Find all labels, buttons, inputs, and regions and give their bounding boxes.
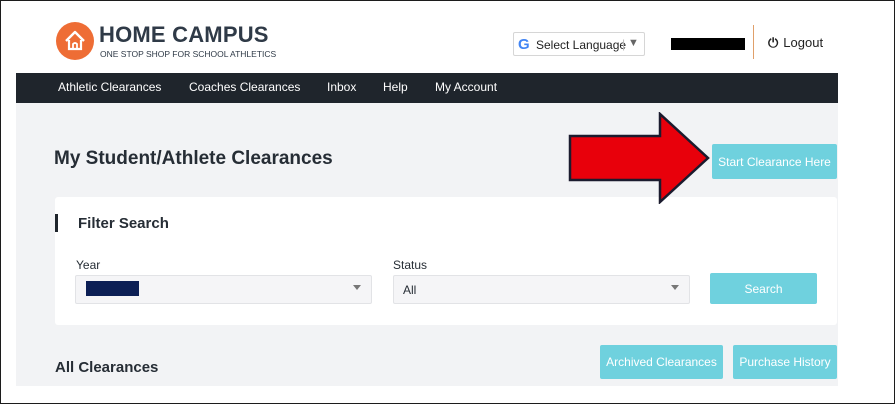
year-label: Year [76, 258, 101, 272]
chevron-down-icon [353, 285, 361, 290]
power-icon: ⏻ [768, 35, 779, 50]
chevron-down-icon: ▼ [628, 37, 639, 49]
logo-subtitle: ONE STOP SHOP FOR SCHOOL ATHLETICS [100, 49, 277, 59]
nav-athletic-clearances[interactable]: Athletic Clearances [58, 80, 161, 94]
main-content: My Student/Athlete Clearances Start Clea… [16, 103, 838, 386]
header-divider [753, 25, 754, 59]
nav-inbox[interactable]: Inbox [327, 80, 356, 94]
nav-my-account[interactable]: My Account [435, 80, 497, 94]
redacted-year-value [86, 281, 139, 296]
all-clearances-title: All Clearances [55, 359, 159, 376]
site-header: HOME CAMPUS ONE STOP SHOP FOR SCHOOL ATH… [16, 18, 838, 73]
status-label: Status [393, 258, 428, 272]
purchase-history-button[interactable]: Purchase History [733, 345, 837, 379]
start-clearance-button[interactable]: Start Clearance Here [712, 144, 837, 179]
chevron-down-icon [671, 285, 679, 290]
nav-coaches-clearances[interactable]: Coaches Clearances [189, 80, 300, 94]
home-icon[interactable] [56, 22, 94, 60]
filter-title: Filter Search [78, 215, 169, 232]
filter-title-accent [55, 214, 58, 232]
status-select[interactable]: All [393, 275, 690, 304]
language-select-divider: | [622, 37, 626, 51]
logo-title[interactable]: HOME CAMPUS [99, 22, 269, 48]
page-title: My Student/Athlete Clearances [54, 148, 333, 169]
google-icon: G [518, 36, 530, 53]
archived-clearances-button[interactable]: Archived Clearances [600, 345, 723, 379]
redacted-user-name [671, 38, 745, 50]
logout-link[interactable]: ⏻ Logout [768, 35, 823, 51]
annotation-arrow [568, 112, 710, 204]
status-select-value: All [403, 283, 417, 297]
filter-search-card: Filter Search Year Status All Search [55, 197, 837, 325]
year-select[interactable] [75, 275, 372, 304]
search-button[interactable]: Search [710, 273, 817, 304]
language-select-label: Select Language [536, 38, 627, 52]
nav-help[interactable]: Help [383, 80, 408, 94]
main-nav: Athletic Clearances Coaches Clearances I… [16, 73, 838, 103]
language-select[interactable]: G Select Language | ▼ [513, 32, 645, 56]
logout-label: Logout [783, 35, 824, 50]
